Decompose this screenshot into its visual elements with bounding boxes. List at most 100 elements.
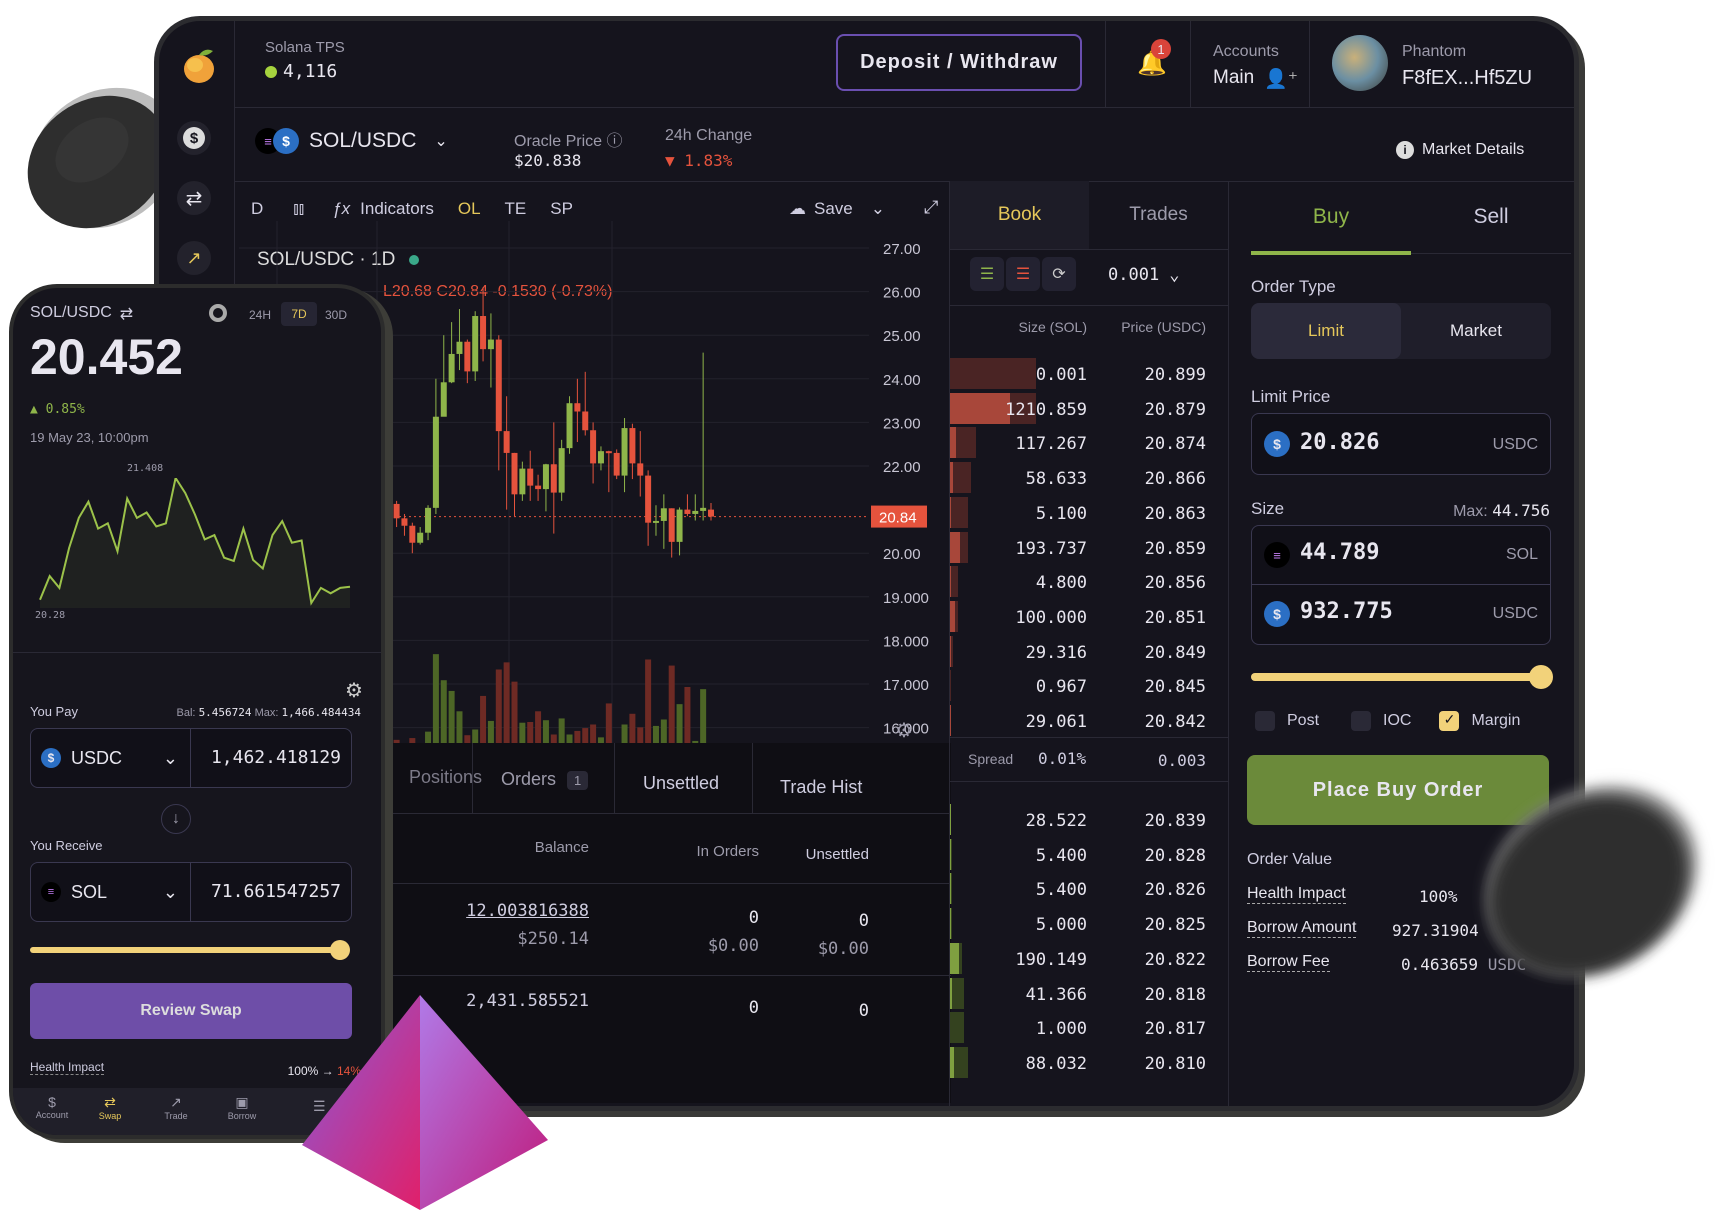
pay-amount-input[interactable]: 1,462.418129 (211, 747, 341, 768)
settings-gear-icon[interactable]: ⚙ (345, 678, 363, 703)
size-slider[interactable] (1251, 665, 1553, 689)
bid-row[interactable]: 5.400 20.828 (950, 838, 1228, 872)
indicators-button[interactable]: Indicators (360, 199, 434, 219)
order-type-label: Order Type (1251, 277, 1336, 296)
swap-direction-arrow-icon[interactable]: ↓ (161, 804, 191, 834)
ioc-checkbox[interactable] (1351, 711, 1372, 731)
wallet-address[interactable]: F8fEX...Hf5ZU (1402, 67, 1532, 90)
borrow-amount-label[interactable]: Borrow Amount (1247, 919, 1357, 938)
sp-button[interactable]: SP (550, 199, 573, 219)
receive-amount-input[interactable]: 71.661547257 (211, 881, 341, 902)
size-usdc-input[interactable]: $ 932.775 USDC (1252, 585, 1550, 644)
candle-body (558, 448, 565, 493)
range-7d[interactable]: 7D (281, 302, 317, 326)
depth-bar (950, 358, 1036, 389)
pay-token-selector[interactable]: $ USDC ⌄ (31, 729, 191, 787)
show-bids-icon[interactable]: ☰ (970, 257, 1004, 291)
nav-account[interactable]: $ Account (27, 1094, 77, 1120)
tab-trades[interactable]: Trades (1089, 181, 1228, 249)
ask-row[interactable]: 58.633 20.866 (950, 461, 1228, 495)
slider-thumb[interactable] (330, 940, 350, 960)
tab-trade-history[interactable]: Trade Hist (780, 777, 862, 798)
bid-row[interactable]: 5.000 20.825 (950, 907, 1228, 941)
range-24h[interactable]: 24H (249, 308, 271, 322)
tab-unsettled[interactable]: Unsettled (643, 773, 719, 794)
sidebar-item-trade[interactable]: ↗ (177, 241, 211, 275)
ask-row[interactable]: 29.316 20.849 (950, 635, 1228, 669)
bid-row[interactable]: 28.522 20.839 (950, 803, 1228, 837)
size-bar (950, 1046, 955, 1078)
tab-buy[interactable]: Buy (1251, 181, 1411, 253)
account-selector[interactable]: Main 👤⁺ (1213, 67, 1298, 91)
ask-row[interactable]: 193.737 20.859 (950, 531, 1228, 565)
ask-row[interactable]: 0.001 20.899 (950, 357, 1228, 391)
limit-price-input[interactable]: $ 20.826 USDC (1251, 413, 1551, 475)
market-details-button[interactable]: i Market Details (1396, 141, 1524, 159)
te-button[interactable]: TE (505, 199, 527, 219)
order-size: 5.400 (1035, 880, 1087, 901)
add-user-icon: 👤⁺ (1264, 69, 1298, 90)
nav-borrow[interactable]: ▣ Borrow (217, 1094, 267, 1121)
sidebar-item-account[interactable]: $ (177, 121, 211, 155)
candle-body (652, 520, 659, 523)
ask-row[interactable]: 1210.859 20.879 (950, 392, 1228, 426)
save-button[interactable]: ☁ Save ⌄ (789, 199, 885, 219)
tab-orders[interactable]: Orders 1 (501, 769, 589, 790)
deposit-withdraw-button[interactable]: Deposit / Withdraw (836, 34, 1082, 91)
notifications-button[interactable]: 🔔 1 (1137, 39, 1171, 78)
tab-book[interactable]: Book (950, 181, 1089, 249)
health-impact-label[interactable]: Health Impact (1247, 885, 1346, 904)
tps-label: Solana TPS (265, 39, 345, 56)
candle-body (472, 316, 479, 372)
ask-row[interactable]: 5.100 20.863 (950, 496, 1228, 530)
max-size[interactable]: Max: 44.756 (1453, 501, 1550, 521)
ask-row[interactable]: 4.800 20.856 (950, 565, 1228, 599)
refresh-icon[interactable]: ⟳ (1042, 257, 1076, 291)
bid-row[interactable]: 88.032 20.810 (950, 1046, 1228, 1080)
size-bar (950, 705, 952, 736)
ask-row[interactable]: 117.267 20.874 (950, 426, 1228, 460)
candle-body (566, 403, 573, 449)
you-pay-label: You Pay (30, 704, 78, 719)
margin-checkbox[interactable]: ✓ (1439, 711, 1460, 731)
receive-token-selector[interactable]: ≡ SOL ⌄ (31, 863, 191, 921)
candle-type-icon[interactable]: ⫾⫾ (293, 199, 304, 219)
size-bar (950, 977, 953, 1009)
order-price: 20.845 (1144, 677, 1206, 698)
interval-button[interactable]: D (251, 199, 263, 219)
nav-swap[interactable]: ⇄ Swap (85, 1094, 135, 1121)
nav-trade[interactable]: ↗ Trade (151, 1094, 201, 1121)
sidebar-item-swap[interactable]: ⇄ (177, 181, 211, 215)
borrow-fee-label[interactable]: Borrow Fee (1247, 953, 1330, 972)
limit-option[interactable]: Limit (1251, 303, 1401, 359)
bid-row[interactable]: 41.366 20.818 (950, 977, 1228, 1011)
bid-row[interactable]: 190.149 20.822 (950, 942, 1228, 976)
tab-sell[interactable]: Sell (1411, 181, 1571, 253)
market-option[interactable]: Market (1401, 303, 1551, 359)
bid-row[interactable]: 1.000 20.817 (950, 1011, 1228, 1045)
post-checkbox[interactable] (1255, 711, 1275, 731)
ol-button[interactable]: OL (458, 199, 481, 219)
balance-value[interactable]: 12.003816388 (466, 901, 589, 921)
bid-row[interactable]: 5.400 20.826 (950, 872, 1228, 906)
swap-icon[interactable]: ⇄ (120, 304, 133, 324)
market-selector[interactable]: ≡ $ SOL/USDC ⌄ (255, 128, 448, 154)
chart-settings-gear-icon[interactable]: ⚙ (895, 718, 913, 743)
slider-thumb[interactable] (1529, 665, 1553, 689)
depth-bar (950, 908, 953, 940)
range-30d[interactable]: 30D (325, 308, 347, 322)
swap-slider[interactable] (30, 940, 350, 960)
avatar[interactable] (1332, 35, 1388, 91)
candle-body (456, 341, 463, 354)
show-asks-icon[interactable]: ☰ (1006, 257, 1040, 291)
ask-row[interactable]: 0.967 20.845 (950, 669, 1228, 703)
size-bar (950, 531, 960, 563)
usdc-icon: $ (1264, 601, 1290, 627)
phone-health-impact-label[interactable]: Health Impact (30, 1060, 105, 1075)
ask-row[interactable]: 100.000 20.851 (950, 600, 1228, 634)
size-sol-input[interactable]: ≡ 44.789 SOL (1252, 526, 1550, 585)
eye-icon[interactable] (209, 304, 227, 322)
fullscreen-icon[interactable]: ⤢ (924, 197, 938, 218)
ask-row[interactable]: 29.061 20.842 (950, 704, 1228, 738)
tick-size-selector[interactable]: 0.001 ⌄ (1108, 265, 1179, 285)
